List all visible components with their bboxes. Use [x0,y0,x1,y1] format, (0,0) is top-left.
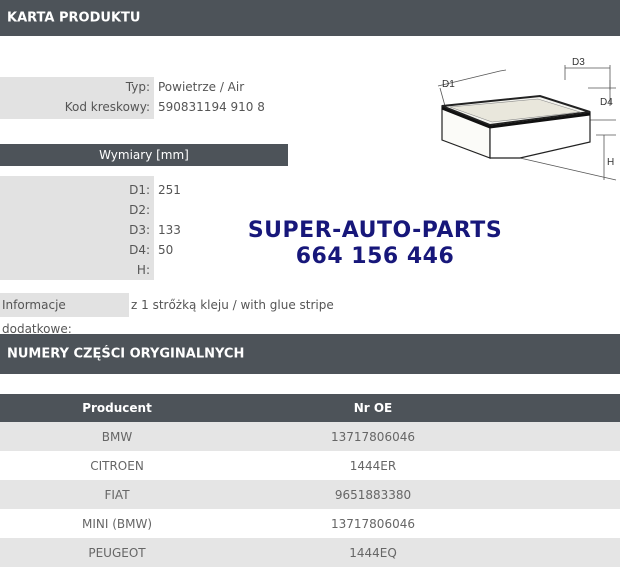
type-value: Powietrze / Air [158,80,245,94]
producer-cell: FIAT [0,480,234,509]
oe-number-cell: 13717806046 [234,422,512,451]
diagram-label-d1: D1 [442,79,455,90]
table-row: MINI (BMW) 13717806046 [0,509,620,538]
oe-number-cell: 1444ER [349,458,397,473]
dimension-value: 50 [158,243,174,257]
diagram-label-d3: D3 [572,57,585,68]
diagram-label-d4: D4 [600,97,613,108]
product-card-header: KARTA PRODUKTU [0,0,620,36]
oe-table-header-row: Producent Nr OE [0,394,620,422]
dimension-label: D4: [129,243,150,257]
dimension-value: 133 [158,223,181,237]
oe-section-header: NUMERY CZĘŚCI ORYGINALNYCH [0,334,620,374]
dimension-label: H: [136,263,150,277]
oe-number-cell: 9651883380 [234,480,512,509]
extra-info-label: Informacje dodatkowe: [0,293,129,336]
extra-info-value: z 1 strőżką kleju / with glue stripe [131,298,334,312]
table-row: CITROEN 1444ER [0,451,620,480]
spacer-cell [512,509,620,538]
oe-number-cell: 13717806046 [331,516,415,531]
product-card-title: KARTA PRODUKTU [7,10,141,26]
producer-cell: BMW [0,422,234,451]
dimension-label: D2: [129,203,150,217]
dimension-label: D1: [129,183,150,197]
watermark-phone: 664 156 446 [295,244,455,269]
table-row: BMW 13717806046 [0,422,620,451]
spacer-cell [512,480,620,509]
watermark-company: SUPER-AUTO-PARTS [247,218,503,243]
diagram-label-h: H [607,157,614,168]
column-header-spacer [512,394,620,422]
table-row: FIAT 9651883380 [0,480,620,509]
barcode-value: 590831194 910 8 [158,100,265,114]
column-header-producer: Producent [0,394,234,422]
air-filter-diagram: D1 D3 D4 H [437,57,617,181]
barcode-label: Kod kreskowy: [0,97,154,119]
dimensions-header: Wymiary [mm] [0,144,288,166]
oe-section-title: NUMERY CZĘŚCI ORYGINALNYCH [7,346,245,362]
dimension-label: D3: [129,223,150,237]
dimension-value: 251 [158,183,181,197]
spacer-cell [512,422,620,451]
oe-numbers-table: Producent Nr OE BMW 13717806046 CITROEN 144… [0,394,620,567]
spacer-cell [512,451,620,480]
column-header-oe-number: Nr OE [234,394,512,422]
producer-cell: CITROEN [90,458,144,473]
type-label: Typ: [0,77,154,97]
producer-cell: MINI (BMW) [81,516,153,531]
